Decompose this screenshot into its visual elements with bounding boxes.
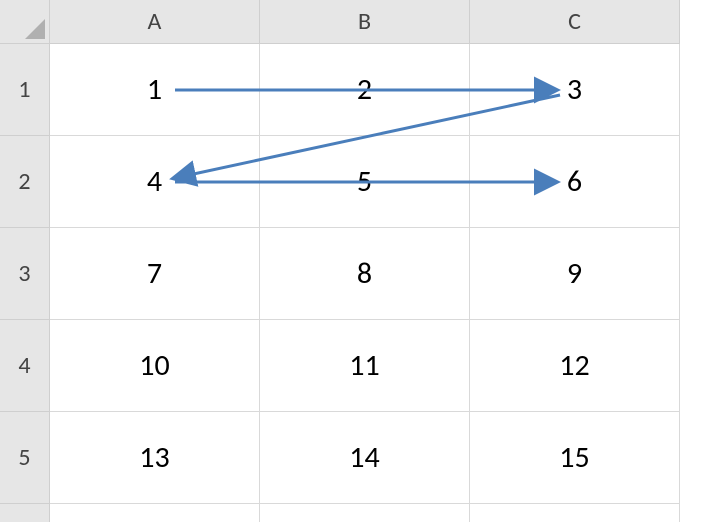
- row-header-3[interactable]: 3: [0, 228, 50, 320]
- cell-value: 7: [147, 255, 162, 292]
- cell-A1[interactable]: 1: [50, 44, 260, 136]
- column-header-B[interactable]: B: [260, 0, 470, 44]
- cell-B5[interactable]: 14: [260, 412, 470, 504]
- cell-B4[interactable]: 11: [260, 320, 470, 412]
- cell-A2[interactable]: 4: [50, 136, 260, 228]
- spreadsheet-grid[interactable]: A B C 1 2 3 4 5 6 1 2 3 4 5 6 7 8 9 10 1…: [0, 0, 710, 522]
- column-header-label: A: [148, 7, 162, 36]
- cell-B2[interactable]: 5: [260, 136, 470, 228]
- cell-B6[interactable]: [260, 504, 470, 522]
- cell-A4[interactable]: 10: [50, 320, 260, 412]
- cell-A5[interactable]: 13: [50, 412, 260, 504]
- cell-value: 5: [357, 163, 372, 200]
- cell-A6[interactable]: [50, 504, 260, 522]
- row-header-label: 1: [18, 75, 30, 104]
- cell-C5[interactable]: 15: [470, 412, 680, 504]
- column-header-label: C: [568, 7, 581, 36]
- cell-C1[interactable]: 3: [470, 44, 680, 136]
- cell-value: 11: [349, 347, 379, 384]
- cell-value: 9: [567, 255, 582, 292]
- cell-value: 4: [147, 163, 162, 200]
- row-header-label: 5: [18, 443, 30, 472]
- cell-B1[interactable]: 2: [260, 44, 470, 136]
- cell-C6[interactable]: [470, 504, 680, 522]
- cell-value: 2: [357, 71, 372, 108]
- select-all-icon: [25, 19, 45, 39]
- cell-C3[interactable]: 9: [470, 228, 680, 320]
- cell-C4[interactable]: 12: [470, 320, 680, 412]
- column-header-label: B: [358, 7, 371, 36]
- cell-value: 8: [357, 255, 372, 292]
- column-header-C[interactable]: C: [470, 0, 680, 44]
- row-header-label: 2: [18, 167, 30, 196]
- select-all-corner[interactable]: [0, 0, 50, 44]
- row-header-label: 3: [18, 259, 30, 288]
- row-header-2[interactable]: 2: [0, 136, 50, 228]
- column-header-A[interactable]: A: [50, 0, 260, 44]
- cell-B3[interactable]: 8: [260, 228, 470, 320]
- cell-value: 6: [567, 163, 582, 200]
- cell-value: 15: [559, 439, 589, 476]
- cell-value: 13: [139, 439, 169, 476]
- cell-A3[interactable]: 7: [50, 228, 260, 320]
- cell-C2[interactable]: 6: [470, 136, 680, 228]
- cell-value: 14: [349, 439, 379, 476]
- cell-value: 3: [567, 71, 582, 108]
- cell-value: 12: [559, 347, 589, 384]
- row-header-4[interactable]: 4: [0, 320, 50, 412]
- row-header-5[interactable]: 5: [0, 412, 50, 504]
- row-header-1[interactable]: 1: [0, 44, 50, 136]
- cell-value: 10: [139, 347, 169, 384]
- row-header-label: 4: [18, 351, 30, 380]
- cell-value: 1: [147, 71, 162, 108]
- row-header-6[interactable]: 6: [0, 504, 50, 522]
